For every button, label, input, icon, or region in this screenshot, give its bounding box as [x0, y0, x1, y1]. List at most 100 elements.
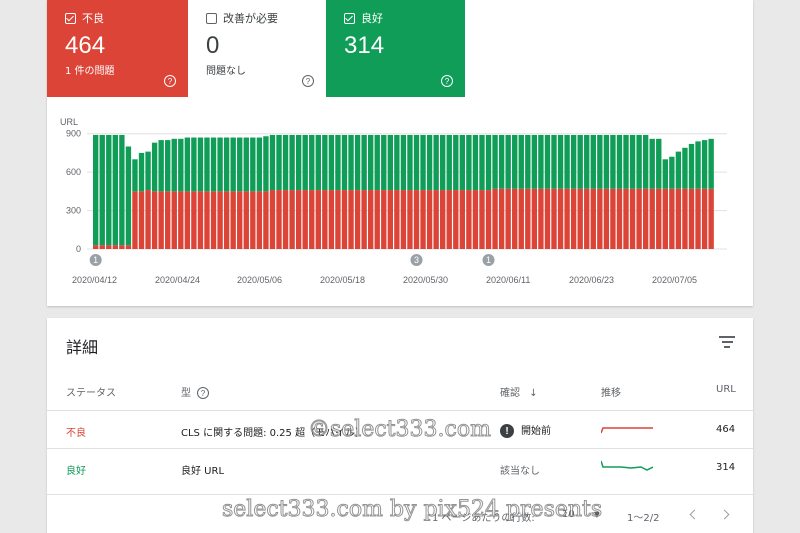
- column-status[interactable]: ステータス: [66, 384, 116, 399]
- bar-segment: [289, 134, 295, 191]
- bar-segment: [295, 134, 302, 191]
- bar-segment: [426, 190, 433, 249]
- table-row[interactable]: 不良 CLS に関する問題: 0.25 超（モバイル） ! 開始前 464: [47, 410, 753, 448]
- bar-segment: [466, 134, 472, 191]
- bar-segment: [446, 190, 452, 249]
- bar-segment: [413, 134, 420, 191]
- bar-segment: [256, 191, 263, 249]
- bar-segment: [688, 143, 695, 189]
- bar-segment: [603, 188, 610, 249]
- needs-improvement-count: 0: [206, 32, 220, 59]
- help-icon[interactable]: ?: [164, 75, 176, 87]
- help-icon[interactable]: ?: [302, 75, 314, 87]
- x-tick-label: 2020/05/18: [320, 275, 365, 285]
- bar-segment: [354, 190, 361, 249]
- bar-segment: [675, 151, 682, 189]
- checkbox-checked-icon[interactable]: [344, 12, 355, 24]
- bar-segment: [269, 190, 276, 249]
- column-validation[interactable]: 確認 ↓: [500, 384, 538, 399]
- chevron-left-icon[interactable]: [689, 509, 700, 520]
- bar-segment: [472, 190, 479, 249]
- bar-segment: [492, 134, 498, 189]
- bar-segment: [165, 191, 171, 249]
- bar-segment: [243, 191, 249, 249]
- column-urls[interactable]: URL: [716, 384, 736, 395]
- bar-segment: [649, 138, 655, 189]
- bar-segment: [564, 188, 570, 249]
- help-icon[interactable]: ?: [441, 75, 453, 87]
- bar-segment: [348, 134, 354, 191]
- column-type[interactable]: 型?: [181, 384, 209, 399]
- filter-icon[interactable]: [719, 336, 735, 348]
- y-axis-label: URL: [60, 117, 78, 127]
- help-icon[interactable]: ?: [197, 387, 209, 399]
- bar-segment: [119, 134, 125, 246]
- url-trend-chart: URL 0 300 600 900 1 3 1 2020/04/12 2020/04/24 2020…: [60, 117, 727, 285]
- column-trend[interactable]: 推移: [601, 384, 621, 399]
- bar-segment: [577, 188, 583, 249]
- bar-segment: [531, 134, 538, 189]
- bar-segment: [669, 188, 675, 249]
- good-tile-header: 良好: [344, 10, 447, 26]
- bar-segment: [276, 190, 282, 249]
- bar-segment: [570, 134, 577, 189]
- pagination: 1 ページあたりの行数: 10 ▼ 1〜2/2: [47, 494, 753, 533]
- bar-segment: [217, 137, 223, 192]
- bar-segment: [433, 134, 439, 191]
- bar-segment: [695, 188, 701, 249]
- bar-segment: [223, 191, 230, 249]
- bar-segment: [112, 245, 119, 249]
- y-tick-label: 0: [76, 244, 81, 254]
- bar-segment: [485, 134, 492, 191]
- bar-segment: [250, 191, 256, 249]
- bar-segment: [413, 190, 420, 249]
- bar-segment: [492, 188, 498, 249]
- bar-segment: [374, 190, 380, 249]
- bar-segment: [682, 188, 688, 249]
- checkbox-checked-icon[interactable]: [65, 12, 76, 24]
- bar-segment: [250, 137, 256, 192]
- bar-segment: [354, 134, 361, 191]
- bar-segment: [387, 190, 394, 249]
- bar-segment: [453, 134, 459, 191]
- bar-segment: [400, 134, 407, 191]
- good-label: 良好: [361, 12, 383, 25]
- needs-improvement-tile[interactable]: 改善が必要 0 問題なし ?: [188, 0, 326, 97]
- bar-segment: [590, 188, 596, 249]
- row-status: 不良: [66, 428, 86, 439]
- bar-segment: [276, 134, 282, 191]
- bar-segment: [505, 188, 511, 249]
- poor-tile[interactable]: 不良 464 1 件の問題 ?: [47, 0, 188, 97]
- checkbox-unchecked-icon[interactable]: [206, 12, 217, 24]
- bar-segment: [453, 190, 459, 249]
- table-row[interactable]: 良好 良好 URL 該当なし 314: [47, 448, 753, 486]
- x-tick-label: 2020/04/12: [72, 275, 117, 285]
- bar-segment: [106, 245, 112, 249]
- bar-segment: [341, 190, 348, 249]
- bar-segment: [629, 134, 636, 189]
- bar-segment: [662, 159, 668, 189]
- good-tile[interactable]: 良好 314 ?: [326, 0, 465, 97]
- y-tick-label: 900: [66, 129, 81, 139]
- bar-segment: [557, 188, 564, 249]
- bar-segment: [610, 134, 616, 189]
- bar-segment: [577, 134, 583, 189]
- bar-segment: [420, 134, 426, 191]
- row-validation: 該当なし: [500, 466, 540, 477]
- rows-per-page-select[interactable]: 10 ▼: [562, 509, 600, 520]
- rows-per-page-label: 1 ページあたりの行数:: [432, 513, 535, 524]
- bar-segment: [335, 134, 341, 191]
- bar-segment: [400, 190, 407, 249]
- x-tick-label: 2020/06/11: [486, 275, 530, 285]
- bar-segment: [204, 191, 210, 249]
- bar-segment: [479, 134, 485, 191]
- chevron-right-icon[interactable]: [719, 509, 730, 520]
- bar-segment: [341, 134, 348, 191]
- bar-segment: [420, 190, 426, 249]
- bar-segment: [407, 134, 413, 191]
- bar-segment: [210, 191, 217, 249]
- row-validation-label: 開始前: [521, 426, 551, 437]
- bar-segment: [584, 134, 590, 189]
- bar-segment: [649, 188, 655, 249]
- bar-segment: [505, 134, 511, 189]
